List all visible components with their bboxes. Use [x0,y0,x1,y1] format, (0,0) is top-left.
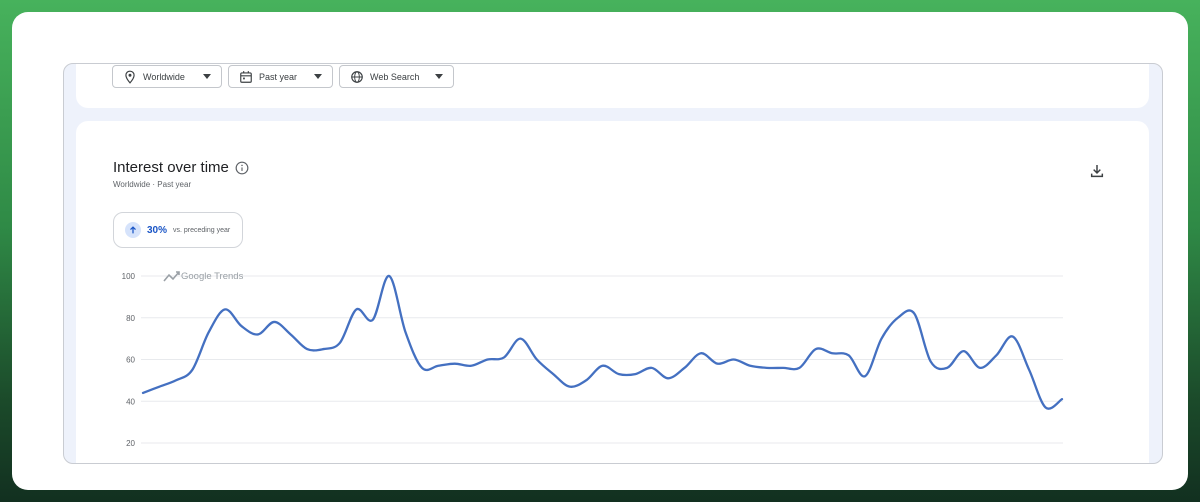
outer-card: Worldwide Past year Web Search Interest … [12,12,1188,490]
interest-line-chart: 100 80 60 40 20 Google Trends [122,271,1064,448]
chevron-down-icon [203,74,211,79]
watermark-text: Google Trends [181,271,244,282]
y-tick-label: 20 [126,439,135,448]
globe-icon [350,70,364,84]
time-range-dropdown[interactable]: Past year [228,65,333,88]
filter-bar: Worldwide Past year Web Search [76,64,1149,108]
y-tick-label: 60 [126,356,135,365]
location-pin-icon [123,70,137,84]
chevron-down-icon [435,74,443,79]
trends-screenshot: Worldwide Past year Web Search Interest … [63,63,1163,464]
search-type-dropdown[interactable]: Web Search [339,65,454,88]
series-line [141,274,1064,410]
calendar-icon [239,70,253,84]
watermark: Google Trends [163,271,244,282]
interest-over-time-card: Interest over time Worldwide · Past year… [76,121,1149,463]
y-tick-label: 100 [122,272,136,281]
chevron-down-icon [314,74,322,79]
location-dropdown[interactable]: Worldwide [112,65,222,88]
search-type-label: Web Search [370,71,420,82]
location-label: Worldwide [143,71,185,82]
y-tick-label: 80 [126,314,135,323]
time-range-label: Past year [259,71,298,82]
y-tick-label: 40 [126,397,135,406]
